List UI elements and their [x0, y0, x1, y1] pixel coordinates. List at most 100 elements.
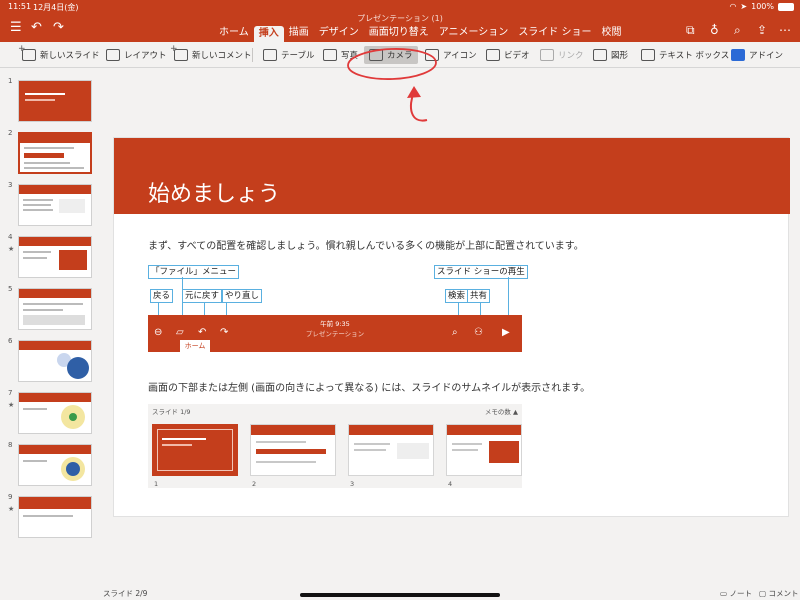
- thumbnail-3[interactable]: 3: [0, 181, 100, 227]
- undo-icon[interactable]: ↶: [31, 21, 42, 35]
- thumbnail-slide: [18, 288, 92, 330]
- table-button[interactable]: テーブル: [263, 46, 315, 64]
- document-title[interactable]: プレゼンテーション (1): [0, 13, 800, 24]
- thumbnail-9[interactable]: 9 ★: [0, 493, 100, 539]
- redo-icon[interactable]: ↷: [53, 21, 64, 35]
- thumbnail-4[interactable]: 4 ★: [0, 233, 100, 279]
- share-icon[interactable]: ⇪: [757, 23, 767, 37]
- present-icon[interactable]: ⧉: [686, 23, 695, 38]
- link-button[interactable]: リンク: [540, 46, 584, 64]
- thumb-line: [23, 209, 53, 211]
- tab-insert[interactable]: 挿入: [253, 26, 284, 42]
- thumb-header: [20, 134, 90, 143]
- mock-slide-label: スライド 1/9: [152, 408, 191, 416]
- icons-icon: [425, 49, 439, 61]
- new-slide-button[interactable]: 新しいスライド: [18, 44, 100, 64]
- slide-title[interactable]: 始めましょう: [148, 176, 280, 208]
- tab-slideshow[interactable]: スライド ショー: [513, 26, 596, 42]
- layout-button[interactable]: レイアウト: [106, 46, 167, 64]
- mock-thumb-2: [250, 424, 336, 476]
- thumb-sub-line: [25, 99, 55, 101]
- back-icon[interactable]: ☰: [10, 21, 22, 35]
- callout-line: [508, 277, 509, 319]
- camera-icon: [369, 49, 383, 61]
- battery-icon: [778, 2, 794, 11]
- mock-thumb-number: 3: [350, 480, 355, 488]
- mock-thumb-line: [256, 449, 326, 454]
- ribbon-divider: [252, 48, 253, 62]
- tab-transitions[interactable]: 画面切り替え: [364, 26, 434, 42]
- thumbnail-8[interactable]: 8: [0, 441, 100, 487]
- mock-thumb-number: 4: [448, 480, 453, 488]
- slide-description-text[interactable]: 画面の下部または左側 (画面の向きによって異なる) には、スライドのサムネイルが…: [148, 379, 590, 394]
- tab-review[interactable]: 校閲: [597, 26, 627, 42]
- thumb-title-line: [25, 93, 65, 95]
- slide-intro-text[interactable]: まず、すべての配置を確認しましょう。慣れ親しんでいる多くの機能が上部に配置されて…: [148, 237, 584, 252]
- thumb-line: [23, 251, 51, 253]
- tab-home[interactable]: ホーム: [214, 26, 254, 42]
- camera-button[interactable]: カメラ: [364, 46, 418, 64]
- thumbnail-1[interactable]: 1: [0, 77, 100, 123]
- new-comment-button[interactable]: 新しいコメント: [170, 44, 252, 64]
- mock-thumb-header: [349, 425, 433, 435]
- mock-thumb-line: [256, 441, 306, 443]
- thumb-line: [23, 309, 63, 311]
- callout-search: 検索: [445, 289, 469, 303]
- search-icon[interactable]: ⌕: [734, 23, 741, 38]
- video-button[interactable]: ビデオ: [486, 46, 530, 64]
- thumb-bar: [59, 199, 85, 213]
- location-icon: ➤: [740, 2, 748, 11]
- icons-button[interactable]: アイコン: [425, 46, 477, 64]
- thumb-bar: [23, 315, 85, 325]
- textbox-icon: [641, 49, 655, 61]
- mock-thumb-line: [452, 443, 482, 445]
- thumbnail-5[interactable]: 5: [0, 285, 100, 331]
- slide-counter: スライド 2/9: [103, 589, 148, 598]
- table-icon: [263, 49, 277, 61]
- addins-button[interactable]: アドイン: [731, 46, 783, 64]
- thumb-line: [23, 408, 47, 410]
- thumb-line: [23, 515, 73, 517]
- thumb-bar: [24, 153, 64, 158]
- back-icon: ⊖: [154, 327, 163, 338]
- textbox-button[interactable]: テキスト ボックス: [641, 46, 729, 64]
- thumbnail-number: 5: [8, 285, 13, 293]
- thumb-circle: [66, 462, 80, 476]
- lightbulb-icon[interactable]: ♁: [710, 23, 719, 37]
- mock-thumb-header: [447, 425, 521, 435]
- slide-canvas[interactable]: 始めましょう まず、すべての配置を確認しましょう。慣れ親しんでいる多くの機能が上…: [113, 137, 790, 517]
- thumbnail-number: 8: [8, 441, 13, 449]
- thumb-line: [24, 162, 70, 164]
- tab-animations[interactable]: アニメーション: [434, 26, 514, 42]
- photo-button[interactable]: 写真: [323, 46, 358, 64]
- thumbnail-6[interactable]: 6: [0, 337, 100, 383]
- notes-button[interactable]: ▭ ノート: [720, 588, 752, 599]
- tab-design[interactable]: デザイン: [314, 26, 364, 42]
- mock-thumb-line: [489, 441, 519, 463]
- insert-ribbon: 新しいスライド レイアウト 新しいコメント テーブル 写真 カメラ アイコン ビ…: [0, 42, 800, 68]
- comments-button[interactable]: ▢ コメント: [759, 588, 798, 599]
- link-label: リンク: [558, 51, 584, 61]
- status-bar: スライド 2/9 ▭ ノート ▢ コメント: [0, 585, 800, 600]
- mock-thumb-3: [348, 424, 434, 476]
- play-icon: ▶: [502, 327, 510, 338]
- mock-notes-label: メモの数 ▲: [484, 408, 518, 416]
- callout-slideshow: スライド ショーの再生: [434, 265, 528, 279]
- thumb-bar: [59, 250, 87, 270]
- thumbnail-star-icon: ★: [8, 401, 15, 409]
- shapes-button[interactable]: 図形: [593, 46, 628, 64]
- thumb-line: [24, 167, 84, 169]
- thumbnail-2[interactable]: 2: [0, 129, 100, 175]
- video-label: ビデオ: [504, 51, 530, 61]
- thumbnail-slide: [18, 444, 92, 486]
- home-indicator[interactable]: [300, 593, 500, 597]
- more-icon[interactable]: ⋯: [779, 23, 791, 37]
- callout-share: 共有: [467, 289, 491, 303]
- tab-draw[interactable]: 描画: [284, 26, 314, 42]
- thumbnail-number: 1: [8, 77, 13, 85]
- thumbnail-star-icon: ★: [8, 245, 15, 253]
- new-slide-label: 新しいスライド: [40, 51, 100, 61]
- addins-icon: [731, 49, 745, 61]
- addins-label: アドイン: [749, 51, 784, 61]
- thumbnail-7[interactable]: 7 ★: [0, 389, 100, 435]
